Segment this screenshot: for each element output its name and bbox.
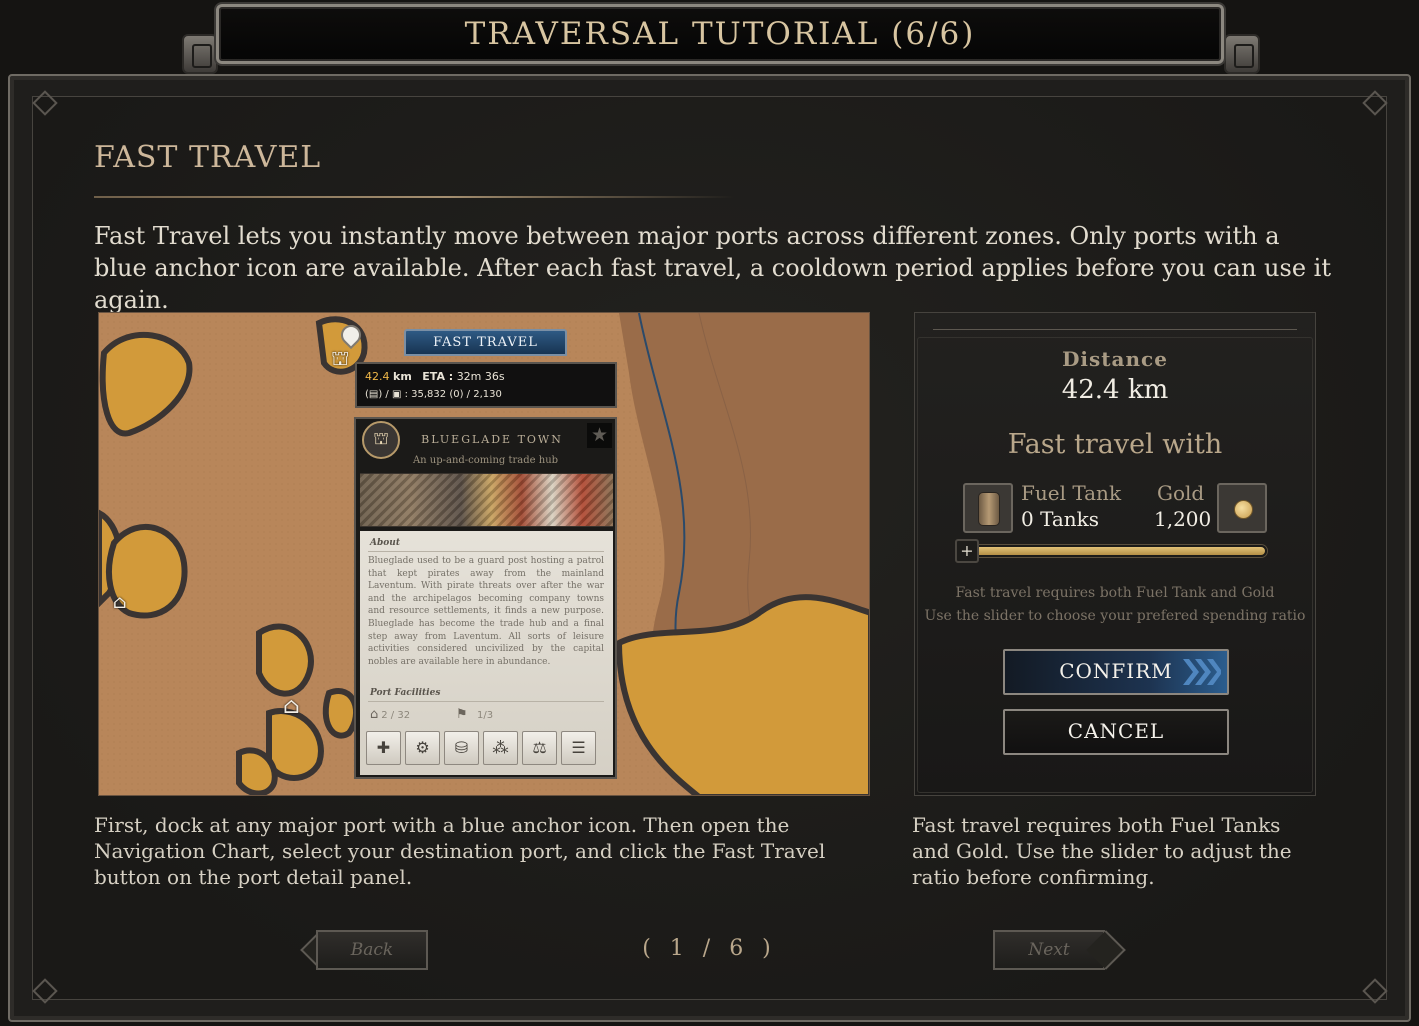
favorite-star-icon[interactable]: ★ [587,423,612,448]
map-caption: First, dock at any major port with a blu… [94,813,826,889]
facility-button-row: ✚ ⚙ ⛁ ⁂ ⚖ ☰ [366,731,596,765]
port-marker-icon[interactable]: ⌂ [283,694,300,719]
confirm-button[interactable]: CONFIRM [1003,649,1229,695]
page-indicator: ( 1 / 6 ) [642,936,777,961]
port-subtitle: An up-and-coming trade hub [412,455,559,466]
port-detail-panel: ⛫ BLUEGLADE TOWN ★ An up-and-coming trad… [354,417,617,779]
slider-handle[interactable]: + [955,539,979,563]
cargo-icon[interactable]: ⛁ [444,731,479,765]
fuel-tank-label: Fuel Tank [1021,481,1122,505]
gold-label: Gold [1157,481,1205,505]
banner-ornament-right [1224,34,1260,74]
route-cost-line: (▤) / ▣ : 35,832 (0) / 2,130 [365,389,502,400]
port-name: BLUEGLADE TOWN [421,433,563,446]
panel-top-divider [933,329,1297,330]
distance-label: Distance [1062,347,1168,371]
requirement-note: Fast travel requires both Fuel Tank and … [955,585,1275,601]
distance-value: 42.4 km [1061,375,1169,405]
route-info-bar: 42.4 km ETA : 32m 36s (▤) / ▣ : 35,832 (… [355,362,617,408]
fast-travel-tab[interactable]: FAST TRAVEL [404,329,567,356]
banner-ornament-left [182,34,218,74]
facility-shipyard-value: 1/3 [477,710,494,721]
gold-coin-icon [1217,483,1267,533]
dock-icon: ⌂ [370,707,379,722]
cancel-button[interactable]: CANCEL [1003,709,1229,755]
shipyard-icon: ⚑ [456,707,468,722]
fast-travel-panel-screenshot: Distance 42.4 km Fast travel with Fuel T… [914,312,1316,796]
route-eta-value: 32m 36s [456,370,505,383]
facilities-heading: Port Facilities [370,688,441,698]
route-distance-value: 42.4 [365,370,390,383]
gear-icon[interactable]: ⚙ [405,731,440,765]
confirm-button-label: CONFIRM [1059,659,1173,683]
about-divider [368,551,604,552]
about-heading: About [370,538,400,548]
trade-icon[interactable]: ⚖ [522,731,557,765]
route-distance-unit: km [393,370,412,383]
repair-icon[interactable]: ✚ [366,731,401,765]
section-intro-text: Fast Travel lets you instantly move betw… [94,222,1331,314]
about-text: Blueglade used to be a guard post hostin… [368,556,604,667]
facility-shipyard: ⚑ 1/3 [456,707,494,723]
fuel-tank-value: 0 Tanks [1021,507,1100,531]
facility-docks-value: 2 / 32 [381,710,411,721]
window-title: TRAVERSAL TUTORIAL (6/6) [464,16,976,52]
port-marker-icon[interactable]: ⌂ [113,592,127,613]
chevron-right-icon [1183,659,1221,685]
gold-value: 1,200 [1154,507,1212,531]
fast-travel-with-label: Fast travel with [1007,429,1223,460]
window-title-banner: TRAVERSAL TUTORIAL (6/6) [216,4,1224,64]
facility-docks: ⌂ 2 / 32 [370,707,411,723]
anchor-port-icon[interactable]: ⛫ [331,346,349,373]
scroll-icon[interactable]: ☰ [561,731,596,765]
spending-ratio-slider[interactable] [973,545,1267,557]
town-hall-icon: ⛫ [362,421,400,459]
fuel-tank-icon [963,483,1013,533]
port-illustration [360,473,613,527]
network-icon[interactable]: ⁂ [483,731,518,765]
facilities-divider [368,701,604,702]
route-eta-label: ETA : [422,370,454,383]
port-description-parchment: About Blueglade used to be a guard post … [360,531,613,775]
slider-hint-note: Use the slider to choose your prefered s… [924,608,1306,624]
panel-caption: Fast travel requires both Fuel Tanks and… [912,813,1292,889]
section-title-divider [94,196,734,198]
section-title: FAST TRAVEL [94,140,322,175]
